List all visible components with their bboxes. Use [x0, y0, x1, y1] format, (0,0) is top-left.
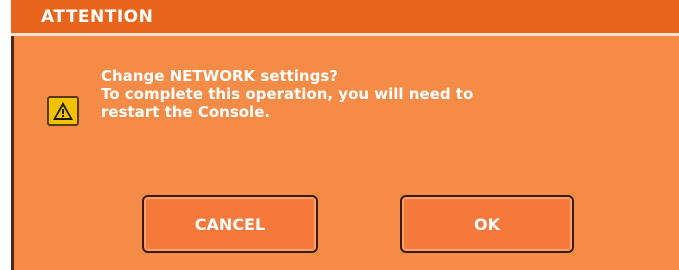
dialog-title: ATTENTION — [41, 7, 154, 27]
cancel-button[interactable]: CANCEL — [142, 195, 318, 253]
ok-button-label: OK — [474, 214, 500, 234]
message-line-2: To complete this operation, you will nee… — [101, 85, 474, 103]
cancel-button-label: CANCEL — [194, 214, 266, 234]
attention-dialog: ATTENTION Change NETWORK settings? To co… — [11, 0, 679, 270]
message-line-3: restart the Console. — [101, 103, 271, 121]
background-edge — [0, 0, 11, 270]
ok-button[interactable]: OK — [400, 195, 574, 253]
message-line-1: Change NETWORK settings? — [101, 67, 338, 85]
dialog-message: Change NETWORK settings? To complete thi… — [101, 67, 473, 121]
warning-triangle-icon — [53, 102, 73, 120]
dialog-title-bar: ATTENTION — [11, 0, 679, 36]
warning-icon — [47, 96, 79, 126]
